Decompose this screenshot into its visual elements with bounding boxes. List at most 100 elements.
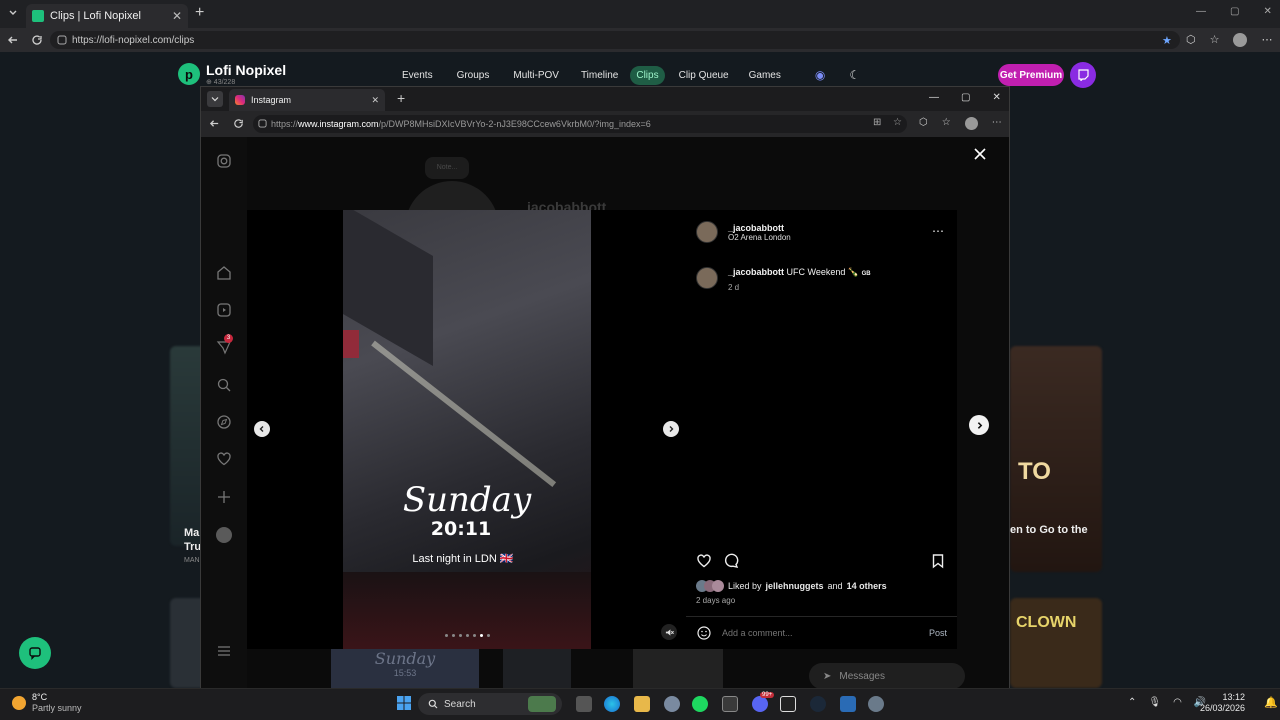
liked-by-others[interactable]: 14 others xyxy=(847,581,887,591)
new-tab-button[interactable]: + xyxy=(195,4,204,22)
inner-new-tab-button[interactable]: + xyxy=(397,90,405,106)
inner-star-icon[interactable]: ☆ xyxy=(893,117,902,128)
back-icon[interactable] xyxy=(7,34,19,46)
favorite-star-icon[interactable]: ★ xyxy=(1162,34,1172,47)
inner-more-icon[interactable]: ⋯ xyxy=(992,117,1002,130)
discord-taskbar-icon[interactable] xyxy=(752,696,768,712)
reload-icon[interactable] xyxy=(31,34,43,46)
notifications-heart-icon[interactable] xyxy=(216,451,232,467)
like-heart-icon[interactable] xyxy=(696,553,712,569)
liker-avatars[interactable] xyxy=(696,580,724,592)
xbox-icon[interactable] xyxy=(722,696,738,712)
inner-site-info-icon[interactable] xyxy=(258,119,267,128)
outer-tab-clips[interactable]: Clips | Lofi Nopixel ✕ xyxy=(26,4,188,28)
save-bookmark-icon[interactable] xyxy=(930,553,946,569)
create-plus-icon[interactable] xyxy=(216,489,232,505)
close-modal-icon[interactable] xyxy=(973,147,991,165)
carousel-dot[interactable] xyxy=(445,634,448,637)
messages-icon[interactable]: 3 xyxy=(216,334,233,355)
nav-multi-pov[interactable]: Multi-POV xyxy=(507,66,565,85)
carousel-dot[interactable] xyxy=(473,634,476,637)
settings-icon[interactable] xyxy=(664,696,680,712)
nav-events[interactable]: Events xyxy=(396,66,439,85)
inner-maximize-button[interactable]: ▢ xyxy=(961,92,970,103)
site-info-icon[interactable] xyxy=(57,35,67,45)
inner-minimize-button[interactable]: — xyxy=(929,92,939,103)
nav-clips[interactable]: Clips xyxy=(630,65,665,85)
microphone-icon[interactable]: 🎙 xyxy=(1148,697,1161,708)
discord-icon[interactable]: ◉ xyxy=(815,68,825,82)
notifications-bell-icon[interactable]: 🔔 xyxy=(1264,696,1278,709)
epic-games-icon[interactable] xyxy=(780,696,796,712)
inner-app-view-icon[interactable]: ⊞ xyxy=(873,117,881,128)
maximize-button[interactable]: ▢ xyxy=(1230,6,1239,17)
inner-profile-avatar[interactable] xyxy=(964,117,978,130)
search-icon[interactable] xyxy=(216,377,232,393)
tab-actions-chevron-icon[interactable] xyxy=(207,91,223,107)
grid-thumb[interactable] xyxy=(633,649,723,689)
grid-thumb[interactable] xyxy=(503,649,571,689)
carousel-next-button[interactable] xyxy=(663,421,679,437)
nav-clip-queue[interactable]: Clip Queue xyxy=(673,66,735,85)
spotify-icon[interactable] xyxy=(692,696,708,712)
wifi-icon[interactable]: ◠ xyxy=(1173,697,1182,708)
comment-input[interactable] xyxy=(722,628,919,638)
task-view-icon[interactable] xyxy=(576,696,592,712)
author-username[interactable]: _jacobabbott xyxy=(728,223,791,233)
home-icon[interactable] xyxy=(216,265,232,281)
inner-close-button[interactable]: ✕ xyxy=(992,92,1000,103)
carousel-dot-active[interactable] xyxy=(480,634,483,637)
more-menu-icon[interactable]: ⋯ xyxy=(1261,33,1272,47)
post-options-icon[interactable]: ⋯ xyxy=(932,224,944,238)
caption-username[interactable]: _jacobabbott xyxy=(728,267,784,277)
theme-toggle-icon[interactable]: ☾ xyxy=(849,68,860,82)
app-icon[interactable] xyxy=(868,696,884,712)
reels-icon[interactable] xyxy=(216,302,232,318)
inner-tab-instagram[interactable]: Instagram ✕ xyxy=(229,89,385,111)
carousel-prev-button[interactable] xyxy=(254,421,270,437)
post-location[interactable]: O2 Arena London xyxy=(728,233,791,242)
emoji-icon[interactable] xyxy=(696,625,712,641)
twitch-icon[interactable] xyxy=(1070,62,1096,88)
taskbar-clock[interactable]: 13:12 26/03/2026 xyxy=(1200,692,1245,714)
caption-avatar[interactable] xyxy=(696,267,718,289)
explore-icon[interactable] xyxy=(216,414,232,430)
nav-timeline[interactable]: Timeline xyxy=(575,66,624,85)
profile-avatar[interactable] xyxy=(1233,33,1248,47)
inner-favorites-icon[interactable]: ☆ xyxy=(942,117,951,130)
tray-chevron-icon[interactable]: ⌃ xyxy=(1128,697,1136,708)
outer-address-bar[interactable]: https://lofi-nopixel.com/clips ★ xyxy=(50,31,1180,49)
comment-bubble-icon[interactable] xyxy=(723,553,739,569)
store-icon[interactable] xyxy=(840,696,856,712)
carousel-dot[interactable] xyxy=(452,634,455,637)
inner-extensions-icon[interactable]: ⬡ xyxy=(919,117,928,130)
instagram-logo-icon[interactable] xyxy=(216,153,232,169)
inner-reload-icon[interactable] xyxy=(233,118,244,129)
nav-groups[interactable]: Groups xyxy=(451,66,496,85)
edge-icon[interactable] xyxy=(604,696,620,712)
carousel-dot[interactable] xyxy=(466,634,469,637)
carousel-dot[interactable] xyxy=(487,634,490,637)
post-comment-button[interactable]: Post xyxy=(929,628,947,638)
author-avatar[interactable] xyxy=(696,221,718,243)
carousel-dot[interactable] xyxy=(459,634,462,637)
liked-by-user[interactable]: jellehnuggets xyxy=(766,581,824,591)
steam-icon[interactable] xyxy=(810,696,826,712)
inner-address-bar[interactable]: https://www.instagram.com/p/DWP8MHsiDXIc… xyxy=(253,115,907,133)
post-photo[interactable]: Sunday 20:11 Last night in LDN 🇬🇧 xyxy=(343,210,591,649)
minimize-button[interactable]: — xyxy=(1196,6,1206,17)
inner-back-icon[interactable] xyxy=(209,118,220,129)
taskbar-search[interactable]: Search xyxy=(418,693,562,715)
windows-start-icon[interactable] xyxy=(396,695,412,711)
mute-toggle-icon[interactable] xyxy=(661,624,677,640)
extensions-icon[interactable]: ⬡ xyxy=(1186,33,1196,47)
messages-bar[interactable]: ➤ Messages xyxy=(809,663,965,689)
weather-widget[interactable]: 8°C Partly sunny xyxy=(12,692,82,714)
file-explorer-icon[interactable] xyxy=(634,696,650,712)
get-premium-button[interactable]: Get Premium xyxy=(998,64,1064,86)
close-tab-icon[interactable]: ✕ xyxy=(172,9,182,23)
chat-fab-button[interactable] xyxy=(19,637,51,669)
more-menu-hamburger-icon[interactable] xyxy=(216,643,232,659)
tab-list-chevron-icon[interactable] xyxy=(8,8,18,18)
favorites-icon[interactable]: ☆ xyxy=(1210,33,1220,47)
